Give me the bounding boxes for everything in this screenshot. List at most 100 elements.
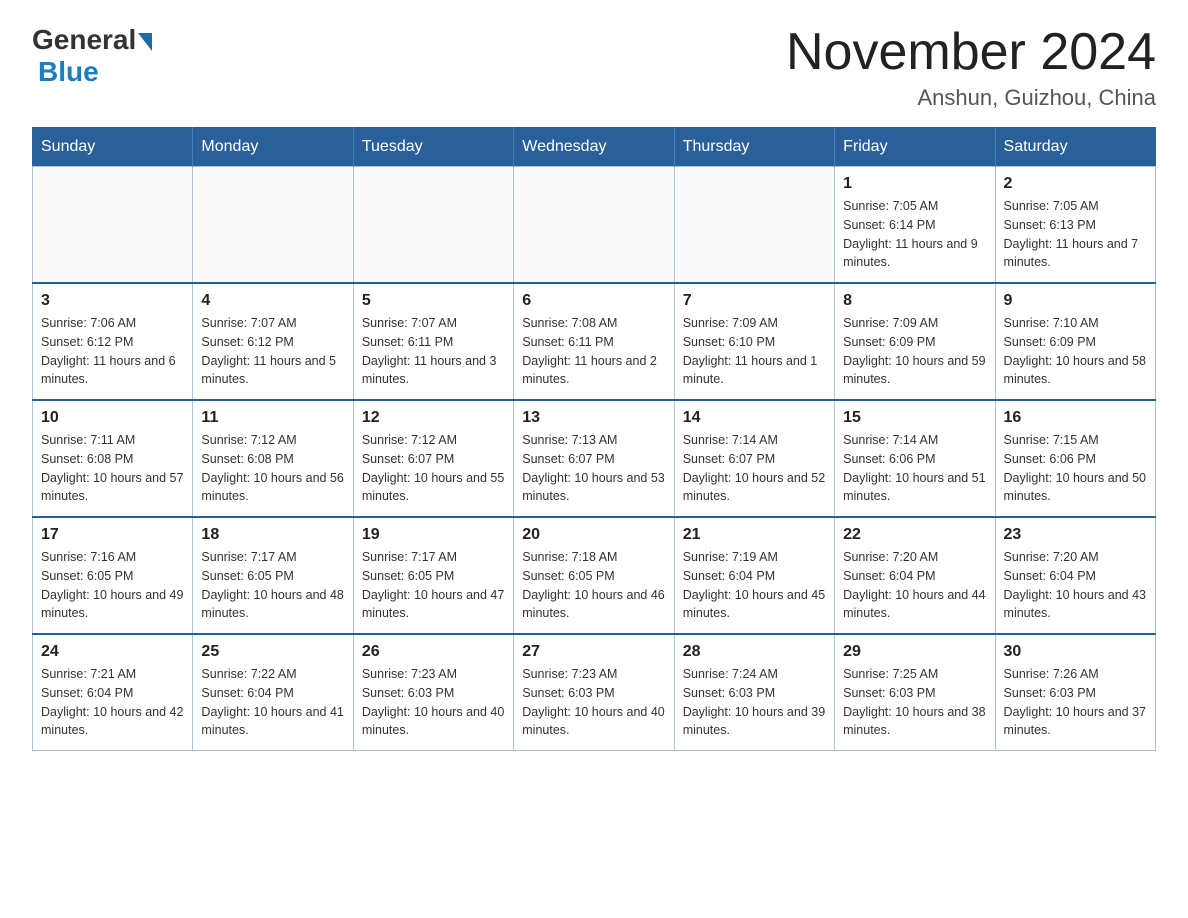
day-info: Sunrise: 7:11 AMSunset: 6:08 PMDaylight:… xyxy=(41,431,184,506)
location-text: Anshun, Guizhou, China xyxy=(786,85,1156,111)
day-info: Sunrise: 7:18 AMSunset: 6:05 PMDaylight:… xyxy=(522,548,665,623)
day-number: 17 xyxy=(41,526,184,544)
day-number: 6 xyxy=(522,292,665,310)
page-header: General Blue November 2024 Anshun, Guizh… xyxy=(32,24,1156,111)
logo: General Blue xyxy=(32,24,154,88)
calendar-cell: 3 Sunrise: 7:06 AMSunset: 6:12 PMDaylight… xyxy=(33,283,193,400)
day-number: 30 xyxy=(1004,643,1147,661)
day-info: Sunrise: 7:05 AMSunset: 6:14 PMDaylight:… xyxy=(843,197,986,272)
day-number: 12 xyxy=(362,409,505,427)
calendar-cell: 29 Sunrise: 7:25 AMSunset: 6:03 PMDayligh… xyxy=(835,634,995,751)
calendar-week-row: 24 Sunrise: 7:21 AMSunset: 6:04 PMDayligh… xyxy=(33,634,1156,751)
title-section: November 2024 Anshun, Guizhou, China xyxy=(786,24,1156,111)
calendar-cell: 24 Sunrise: 7:21 AMSunset: 6:04 PMDayligh… xyxy=(33,634,193,751)
calendar-cell: 13 Sunrise: 7:13 AMSunset: 6:07 PMDayligh… xyxy=(514,400,674,517)
day-number: 5 xyxy=(362,292,505,310)
day-number: 24 xyxy=(41,643,184,661)
day-number: 3 xyxy=(41,292,184,310)
col-header-saturday: Saturday xyxy=(995,128,1155,167)
calendar-cell: 18Sunrise: 7:17 AMSunset: 6:05 PMDayligh… xyxy=(193,517,353,634)
col-header-tuesday: Tuesday xyxy=(353,128,513,167)
calendar-cell: 5 Sunrise: 7:07 AMSunset: 6:11 PMDaylight… xyxy=(353,283,513,400)
day-info: Sunrise: 7:26 AMSunset: 6:03 PMDaylight:… xyxy=(1004,665,1147,740)
day-info: Sunrise: 7:09 AMSunset: 6:09 PMDaylight:… xyxy=(843,314,986,389)
day-info: Sunrise: 7:07 AMSunset: 6:11 PMDaylight:… xyxy=(362,314,505,389)
day-number: 26 xyxy=(362,643,505,661)
day-number: 4 xyxy=(201,292,344,310)
day-number: 15 xyxy=(843,409,986,427)
day-number: 28 xyxy=(683,643,826,661)
month-title: November 2024 xyxy=(786,24,1156,81)
col-header-wednesday: Wednesday xyxy=(514,128,674,167)
calendar-cell: 14 Sunrise: 7:14 AMSunset: 6:07 PMDayligh… xyxy=(674,400,834,517)
day-info: Sunrise: 7:12 AMSunset: 6:07 PMDaylight:… xyxy=(362,431,505,506)
day-info: Sunrise: 7:22 AMSunset: 6:04 PMDaylight:… xyxy=(201,665,344,740)
calendar-week-row: 17 Sunrise: 7:16 AMSunset: 6:05 PMDayligh… xyxy=(33,517,1156,634)
calendar-cell: 30 Sunrise: 7:26 AMSunset: 6:03 PMDayligh… xyxy=(995,634,1155,751)
day-number: 23 xyxy=(1004,526,1147,544)
day-info: Sunrise: 7:23 AMSunset: 6:03 PMDaylight:… xyxy=(362,665,505,740)
day-number: 20 xyxy=(522,526,665,544)
day-info: Sunrise: 7:14 AMSunset: 6:06 PMDaylight:… xyxy=(843,431,986,506)
day-info: Sunrise: 7:25 AMSunset: 6:03 PMDaylight:… xyxy=(843,665,986,740)
calendar-cell: 11Sunrise: 7:12 AMSunset: 6:08 PMDayligh… xyxy=(193,400,353,517)
col-header-sunday: Sunday xyxy=(33,128,193,167)
day-info: Sunrise: 7:09 AMSunset: 6:10 PMDaylight:… xyxy=(683,314,826,389)
calendar-cell xyxy=(193,167,353,284)
day-info: Sunrise: 7:20 AMSunset: 6:04 PMDaylight:… xyxy=(843,548,986,623)
calendar-cell: 6 Sunrise: 7:08 AMSunset: 6:11 PMDaylight… xyxy=(514,283,674,400)
calendar-cell: 16Sunrise: 7:15 AMSunset: 6:06 PMDayligh… xyxy=(995,400,1155,517)
day-info: Sunrise: 7:20 AMSunset: 6:04 PMDaylight:… xyxy=(1004,548,1147,623)
day-info: Sunrise: 7:19 AMSunset: 6:04 PMDaylight:… xyxy=(683,548,826,623)
day-number: 14 xyxy=(683,409,826,427)
day-info: Sunrise: 7:06 AMSunset: 6:12 PMDaylight:… xyxy=(41,314,184,389)
day-number: 27 xyxy=(522,643,665,661)
calendar-cell: 10 Sunrise: 7:11 AMSunset: 6:08 PMDayligh… xyxy=(33,400,193,517)
calendar-cell xyxy=(674,167,834,284)
calendar-header: SundayMondayTuesdayWednesdayThursdayFrid… xyxy=(33,128,1156,167)
calendar-cell: 26 Sunrise: 7:23 AMSunset: 6:03 PMDayligh… xyxy=(353,634,513,751)
day-number: 1 xyxy=(843,175,986,193)
calendar-cell xyxy=(33,167,193,284)
day-info: Sunrise: 7:05 AMSunset: 6:13 PMDaylight:… xyxy=(1004,197,1147,272)
logo-arrow-icon xyxy=(138,33,152,51)
day-info: Sunrise: 7:21 AMSunset: 6:04 PMDaylight:… xyxy=(41,665,184,740)
day-info: Sunrise: 7:14 AMSunset: 6:07 PMDaylight:… xyxy=(683,431,826,506)
day-info: Sunrise: 7:24 AMSunset: 6:03 PMDaylight:… xyxy=(683,665,826,740)
day-info: Sunrise: 7:23 AMSunset: 6:03 PMDaylight:… xyxy=(522,665,665,740)
day-number: 2 xyxy=(1004,175,1147,193)
calendar-cell: 2 Sunrise: 7:05 AMSunset: 6:13 PMDaylight… xyxy=(995,167,1155,284)
day-number: 25 xyxy=(201,643,344,661)
calendar-cell: 7 Sunrise: 7:09 AMSunset: 6:10 PMDaylight… xyxy=(674,283,834,400)
day-info: Sunrise: 7:13 AMSunset: 6:07 PMDaylight:… xyxy=(522,431,665,506)
calendar-week-row: 10 Sunrise: 7:11 AMSunset: 6:08 PMDayligh… xyxy=(33,400,1156,517)
day-info: Sunrise: 7:17 AMSunset: 6:05 PMDaylight:… xyxy=(362,548,505,623)
calendar-table: SundayMondayTuesdayWednesdayThursdayFrid… xyxy=(32,127,1156,751)
col-header-friday: Friday xyxy=(835,128,995,167)
day-info: Sunrise: 7:10 AMSunset: 6:09 PMDaylight:… xyxy=(1004,314,1147,389)
calendar-cell: 23 Sunrise: 7:20 AMSunset: 6:04 PMDayligh… xyxy=(995,517,1155,634)
day-number: 16 xyxy=(1004,409,1147,427)
calendar-body: 1 Sunrise: 7:05 AMSunset: 6:14 PMDaylight… xyxy=(33,167,1156,751)
logo-general-text: General xyxy=(32,24,136,56)
day-number: 7 xyxy=(683,292,826,310)
day-info: Sunrise: 7:08 AMSunset: 6:11 PMDaylight:… xyxy=(522,314,665,389)
day-number: 8 xyxy=(843,292,986,310)
calendar-cell: 15 Sunrise: 7:14 AMSunset: 6:06 PMDayligh… xyxy=(835,400,995,517)
day-number: 9 xyxy=(1004,292,1147,310)
day-number: 18 xyxy=(201,526,344,544)
day-number: 19 xyxy=(362,526,505,544)
day-number: 10 xyxy=(41,409,184,427)
day-info: Sunrise: 7:12 AMSunset: 6:08 PMDaylight:… xyxy=(201,431,344,506)
calendar-cell: 4Sunrise: 7:07 AMSunset: 6:12 PMDaylight… xyxy=(193,283,353,400)
calendar-cell: 19 Sunrise: 7:17 AMSunset: 6:05 PMDayligh… xyxy=(353,517,513,634)
day-number: 29 xyxy=(843,643,986,661)
calendar-week-row: 3 Sunrise: 7:06 AMSunset: 6:12 PMDaylight… xyxy=(33,283,1156,400)
calendar-cell: 21Sunrise: 7:19 AMSunset: 6:04 PMDayligh… xyxy=(674,517,834,634)
day-header-row: SundayMondayTuesdayWednesdayThursdayFrid… xyxy=(33,128,1156,167)
col-header-thursday: Thursday xyxy=(674,128,834,167)
day-info: Sunrise: 7:16 AMSunset: 6:05 PMDaylight:… xyxy=(41,548,184,623)
day-number: 13 xyxy=(522,409,665,427)
calendar-cell: 22Sunrise: 7:20 AMSunset: 6:04 PMDayligh… xyxy=(835,517,995,634)
calendar-cell: 17 Sunrise: 7:16 AMSunset: 6:05 PMDayligh… xyxy=(33,517,193,634)
